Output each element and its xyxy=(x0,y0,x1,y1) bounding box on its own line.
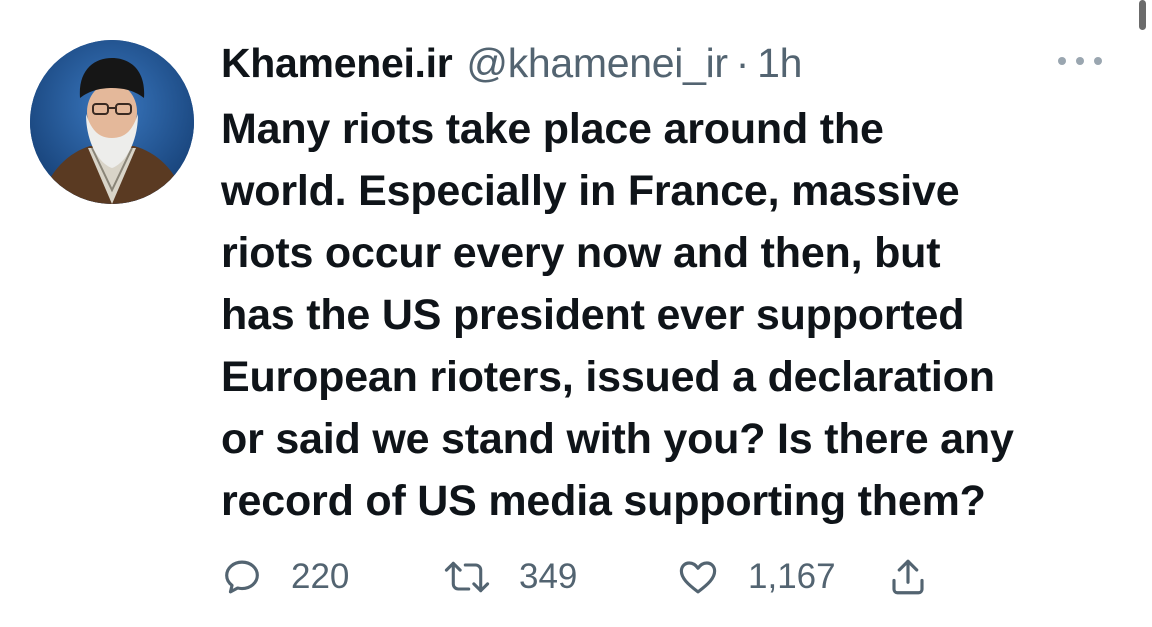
heart-icon xyxy=(679,561,717,594)
tweet-text-line: record of US media supporting them? xyxy=(221,477,986,525)
separator-dot: · xyxy=(735,39,750,86)
tweet-text-line: Many riots take place around the xyxy=(221,105,884,153)
tweet-text: Many riots take place around the world. … xyxy=(221,98,1121,532)
tweet-text-line: has the US president ever supported xyxy=(221,291,965,339)
tweet-text-line: European rioters, issued a declaration xyxy=(221,353,995,401)
like-count: 1,167 xyxy=(748,557,836,596)
avatar[interactable] xyxy=(30,40,194,204)
more-dot xyxy=(1094,57,1102,65)
tweet-text-line: or said we stand with you? Is there any xyxy=(221,415,1014,463)
more-dot xyxy=(1076,57,1084,65)
tweet-text-line: world. Especially in France, massive xyxy=(221,167,960,215)
user-handle[interactable]: @khamenei_ir xyxy=(466,40,728,87)
tweet-timestamp[interactable]: 1h xyxy=(757,40,802,87)
tweet-text-line: riots occur every now and then, but xyxy=(221,229,941,277)
avatar-image xyxy=(30,40,194,204)
share-button[interactable] xyxy=(887,552,929,602)
reply-button[interactable]: 220 xyxy=(221,552,349,602)
scrollbar-thumb[interactable] xyxy=(1139,0,1146,30)
retweet-count: 349 xyxy=(519,557,578,596)
retweet-button[interactable]: 349 xyxy=(443,552,577,602)
tweet-header: Khamenei.ir @khamenei_ir · 1h xyxy=(221,38,802,88)
reply-count: 220 xyxy=(291,557,350,596)
reply-icon xyxy=(225,560,259,594)
tweet-actions: 220 349 1,167 xyxy=(221,552,981,602)
share-icon xyxy=(892,559,924,595)
more-horizontal-icon[interactable] xyxy=(1058,52,1102,70)
like-button[interactable]: 1,167 xyxy=(676,552,836,602)
more-dot xyxy=(1058,57,1066,65)
retweet-icon xyxy=(444,561,490,593)
display-name[interactable]: Khamenei.ir xyxy=(221,40,453,87)
tweet-card[interactable]: Khamenei.ir @khamenei_ir · 1h Many riots… xyxy=(0,0,1152,627)
